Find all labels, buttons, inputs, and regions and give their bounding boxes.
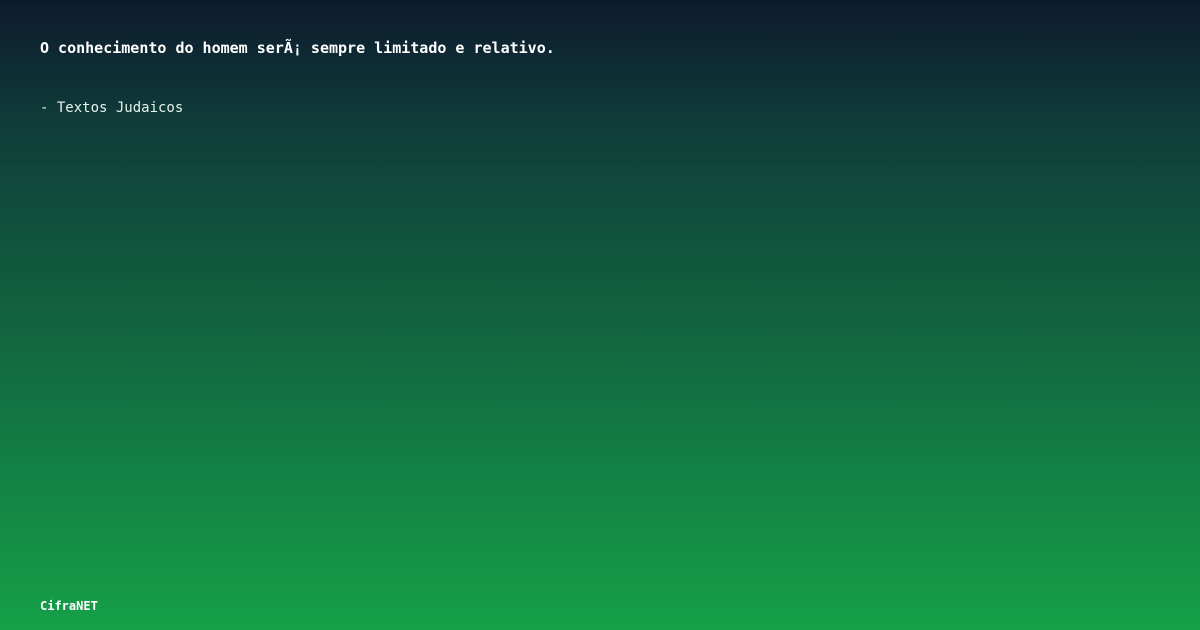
quote-text: O conhecimento do homem serÃ¡ sempre lim… — [40, 39, 555, 57]
quote-author: - Textos Judaicos — [40, 100, 184, 116]
brand-name: CifraNET — [40, 599, 98, 613]
quote-card: O conhecimento do homem serÃ¡ sempre lim… — [0, 0, 1200, 630]
